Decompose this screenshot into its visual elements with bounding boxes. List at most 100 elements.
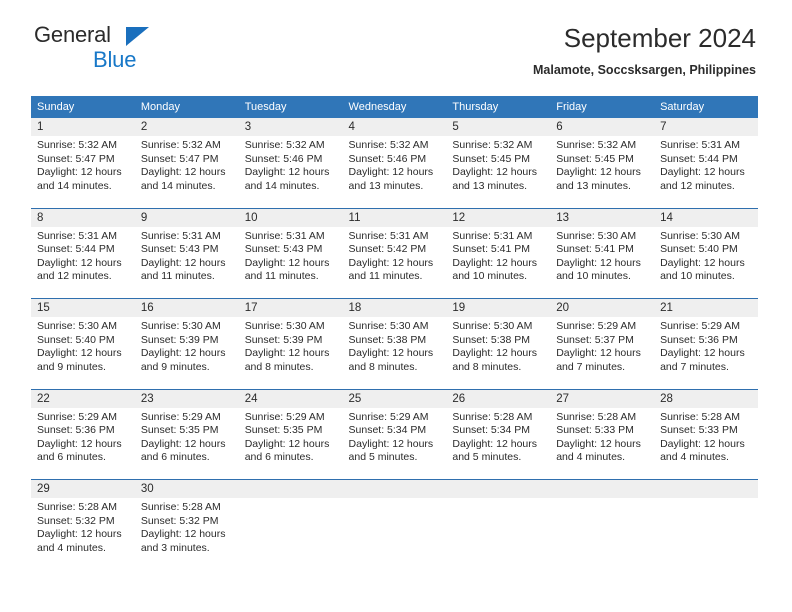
day-number[interactable]: 13 [550, 207, 655, 227]
day-number[interactable]: 17 [238, 298, 343, 317]
day-cell[interactable]: Sunrise: 5:29 AM Sunset: 5:37 PM Dayligh… [550, 317, 655, 389]
day-cell[interactable]: Sunrise: 5:29 AM Sunset: 5:36 PM Dayligh… [31, 407, 135, 480]
sunrise-text: Sunrise: 5:31 AM [660, 139, 741, 151]
sunrise-text: Sunrise: 5:31 AM [37, 229, 117, 242]
day-cell[interactable]: Sunrise: 5:30 AM Sunset: 5:38 PM Dayligh… [342, 317, 447, 389]
daylight-text-line2: and 7 minutes. [660, 360, 729, 373]
day-number[interactable]: 10 [238, 207, 343, 227]
day-number[interactable]: 27 [550, 388, 655, 408]
day-number[interactable]: 7 [654, 118, 758, 136]
day-number[interactable]: 3 [238, 118, 343, 136]
daylight-text-line1: Daylight: 12 hours [37, 437, 122, 450]
day-number[interactable]: 24 [238, 388, 343, 408]
sunrise-text: Sunrise: 5:30 AM [556, 229, 637, 242]
day-number[interactable]: 8 [31, 207, 135, 227]
day-number[interactable]: 9 [134, 207, 239, 227]
day-cell[interactable]: Sunrise: 5:28 AM Sunset: 5:32 PM Dayligh… [31, 498, 135, 570]
day-cell[interactable]: Sunrise: 5:29 AM Sunset: 5:35 PM Dayligh… [134, 407, 239, 480]
daylight-text-line2: and 4 minutes. [556, 451, 626, 464]
weekday-header-tuesday: Tuesday [238, 96, 343, 118]
day-cell[interactable]: Sunrise: 5:31 AM Sunset: 5:43 PM Dayligh… [134, 226, 239, 299]
day-detail-row: Sunrise: 5:32 AM Sunset: 5:47 PM Dayligh… [31, 136, 758, 208]
daylight-text-line2: and 9 minutes. [37, 360, 106, 373]
daylight-text-line2: and 6 minutes. [244, 451, 314, 464]
day-cell[interactable]: Sunrise: 5:30 AM Sunset: 5:40 PM Dayligh… [654, 226, 758, 299]
day-cell[interactable]: Sunrise: 5:28 AM Sunset: 5:32 PM Dayligh… [134, 498, 239, 570]
day-number[interactable]: 2 [134, 118, 239, 136]
sunrise-text: Sunrise: 5:29 AM [37, 410, 117, 423]
daylight-text-line2: and 8 minutes. [452, 360, 522, 373]
day-number[interactable]: 30 [134, 479, 239, 498]
day-cell[interactable]: Sunrise: 5:32 AM Sunset: 5:46 PM Dayligh… [342, 136, 447, 208]
general-blue-logo[interactable]: General Blue [31, 22, 181, 76]
day-cell[interactable]: Sunrise: 5:32 AM Sunset: 5:45 PM Dayligh… [550, 136, 655, 208]
day-number[interactable]: 20 [550, 298, 655, 317]
daylight-text-line2: and 10 minutes. [452, 270, 528, 283]
weekday-header-monday: Monday [134, 96, 239, 118]
day-cell[interactable]: Sunrise: 5:31 AM Sunset: 5:41 PM Dayligh… [446, 226, 551, 299]
daylight-text-line1: Daylight: 12 hours [452, 166, 538, 179]
day-cell[interactable]: Sunrise: 5:32 AM Sunset: 5:46 PM Dayligh… [238, 136, 343, 208]
day-cell[interactable]: Sunrise: 5:31 AM Sunset: 5:44 PM Dayligh… [31, 226, 135, 299]
daylight-text-line1: Daylight: 12 hours [556, 256, 641, 269]
daylight-text-line1: Daylight: 12 hours [37, 256, 122, 269]
day-cell[interactable]: Sunrise: 5:31 AM Sunset: 5:42 PM Dayligh… [342, 226, 447, 299]
sunset-text: Sunset: 5:41 PM [452, 243, 531, 256]
day-cell[interactable]: Sunrise: 5:29 AM Sunset: 5:36 PM Dayligh… [654, 317, 758, 389]
sunset-text: Sunset: 5:32 PM [140, 514, 219, 527]
day-cell[interactable]: Sunrise: 5:30 AM Sunset: 5:39 PM Dayligh… [238, 317, 343, 389]
day-number-empty [446, 479, 551, 498]
day-cell[interactable]: Sunrise: 5:28 AM Sunset: 5:34 PM Dayligh… [446, 407, 551, 480]
daylight-text-line1: Daylight: 12 hours [556, 166, 641, 179]
day-number[interactable]: 21 [654, 298, 758, 317]
day-number[interactable]: 12 [446, 207, 551, 227]
day-number-row: 8 9 10 11 12 13 14 [31, 207, 758, 227]
day-number[interactable]: 25 [342, 388, 447, 408]
day-number[interactable]: 5 [446, 118, 551, 136]
sunrise-text: Sunrise: 5:30 AM [244, 320, 325, 332]
daylight-text-line2: and 12 minutes. [37, 270, 112, 283]
daylight-text-line2: and 8 minutes. [348, 360, 418, 373]
day-number[interactable]: 23 [134, 388, 239, 408]
day-cell[interactable]: Sunrise: 5:30 AM Sunset: 5:41 PM Dayligh… [550, 226, 655, 299]
sunrise-text: Sunrise: 5:30 AM [140, 320, 221, 332]
daylight-text-line2: and 14 minutes. [37, 179, 112, 192]
daylight-text-line2: and 10 minutes. [556, 270, 631, 283]
day-number[interactable]: 15 [31, 298, 135, 317]
day-cell[interactable]: Sunrise: 5:30 AM Sunset: 5:40 PM Dayligh… [31, 317, 135, 389]
day-number[interactable]: 18 [342, 298, 447, 317]
day-number[interactable]: 6 [550, 118, 655, 136]
day-number[interactable]: 11 [342, 207, 447, 227]
day-number[interactable]: 4 [342, 118, 447, 136]
day-number[interactable]: 26 [446, 388, 551, 408]
day-cell[interactable]: Sunrise: 5:28 AM Sunset: 5:33 PM Dayligh… [654, 407, 758, 480]
sunset-text: Sunset: 5:39 PM [244, 333, 323, 346]
day-number[interactable]: 14 [654, 207, 758, 227]
day-cell[interactable]: Sunrise: 5:32 AM Sunset: 5:47 PM Dayligh… [31, 136, 135, 208]
sunset-text: Sunset: 5:41 PM [556, 243, 634, 256]
day-cell[interactable]: Sunrise: 5:28 AM Sunset: 5:33 PM Dayligh… [550, 407, 655, 480]
sunrise-text: Sunrise: 5:30 AM [452, 320, 533, 332]
day-cell[interactable]: Sunrise: 5:31 AM Sunset: 5:44 PM Dayligh… [654, 136, 758, 208]
sunset-text: Sunset: 5:44 PM [660, 152, 738, 165]
day-cell[interactable]: Sunrise: 5:30 AM Sunset: 5:38 PM Dayligh… [446, 317, 551, 389]
day-cell[interactable]: Sunrise: 5:32 AM Sunset: 5:47 PM Dayligh… [134, 136, 239, 208]
day-number[interactable]: 28 [654, 388, 758, 408]
day-number[interactable]: 1 [31, 118, 135, 136]
daylight-text-line2: and 10 minutes. [660, 270, 735, 283]
sunrise-text: Sunrise: 5:32 AM [140, 139, 221, 151]
daylight-text-line1: Daylight: 12 hours [660, 256, 745, 269]
day-cell[interactable]: Sunrise: 5:29 AM Sunset: 5:35 PM Dayligh… [238, 407, 343, 480]
daylight-text-line1: Daylight: 12 hours [660, 437, 745, 450]
day-cell[interactable]: Sunrise: 5:29 AM Sunset: 5:34 PM Dayligh… [342, 407, 447, 480]
sunrise-text: Sunrise: 5:31 AM [140, 229, 221, 242]
day-number[interactable]: 16 [134, 298, 239, 317]
daylight-text-line2: and 14 minutes. [140, 179, 216, 192]
day-number[interactable]: 19 [446, 298, 551, 317]
sunrise-text: Sunrise: 5:30 AM [660, 229, 741, 242]
day-cell[interactable]: Sunrise: 5:30 AM Sunset: 5:39 PM Dayligh… [134, 317, 239, 389]
day-number[interactable]: 29 [31, 479, 135, 498]
day-number[interactable]: 22 [31, 388, 135, 408]
day-cell[interactable]: Sunrise: 5:32 AM Sunset: 5:45 PM Dayligh… [446, 136, 551, 208]
day-cell[interactable]: Sunrise: 5:31 AM Sunset: 5:43 PM Dayligh… [238, 226, 343, 299]
